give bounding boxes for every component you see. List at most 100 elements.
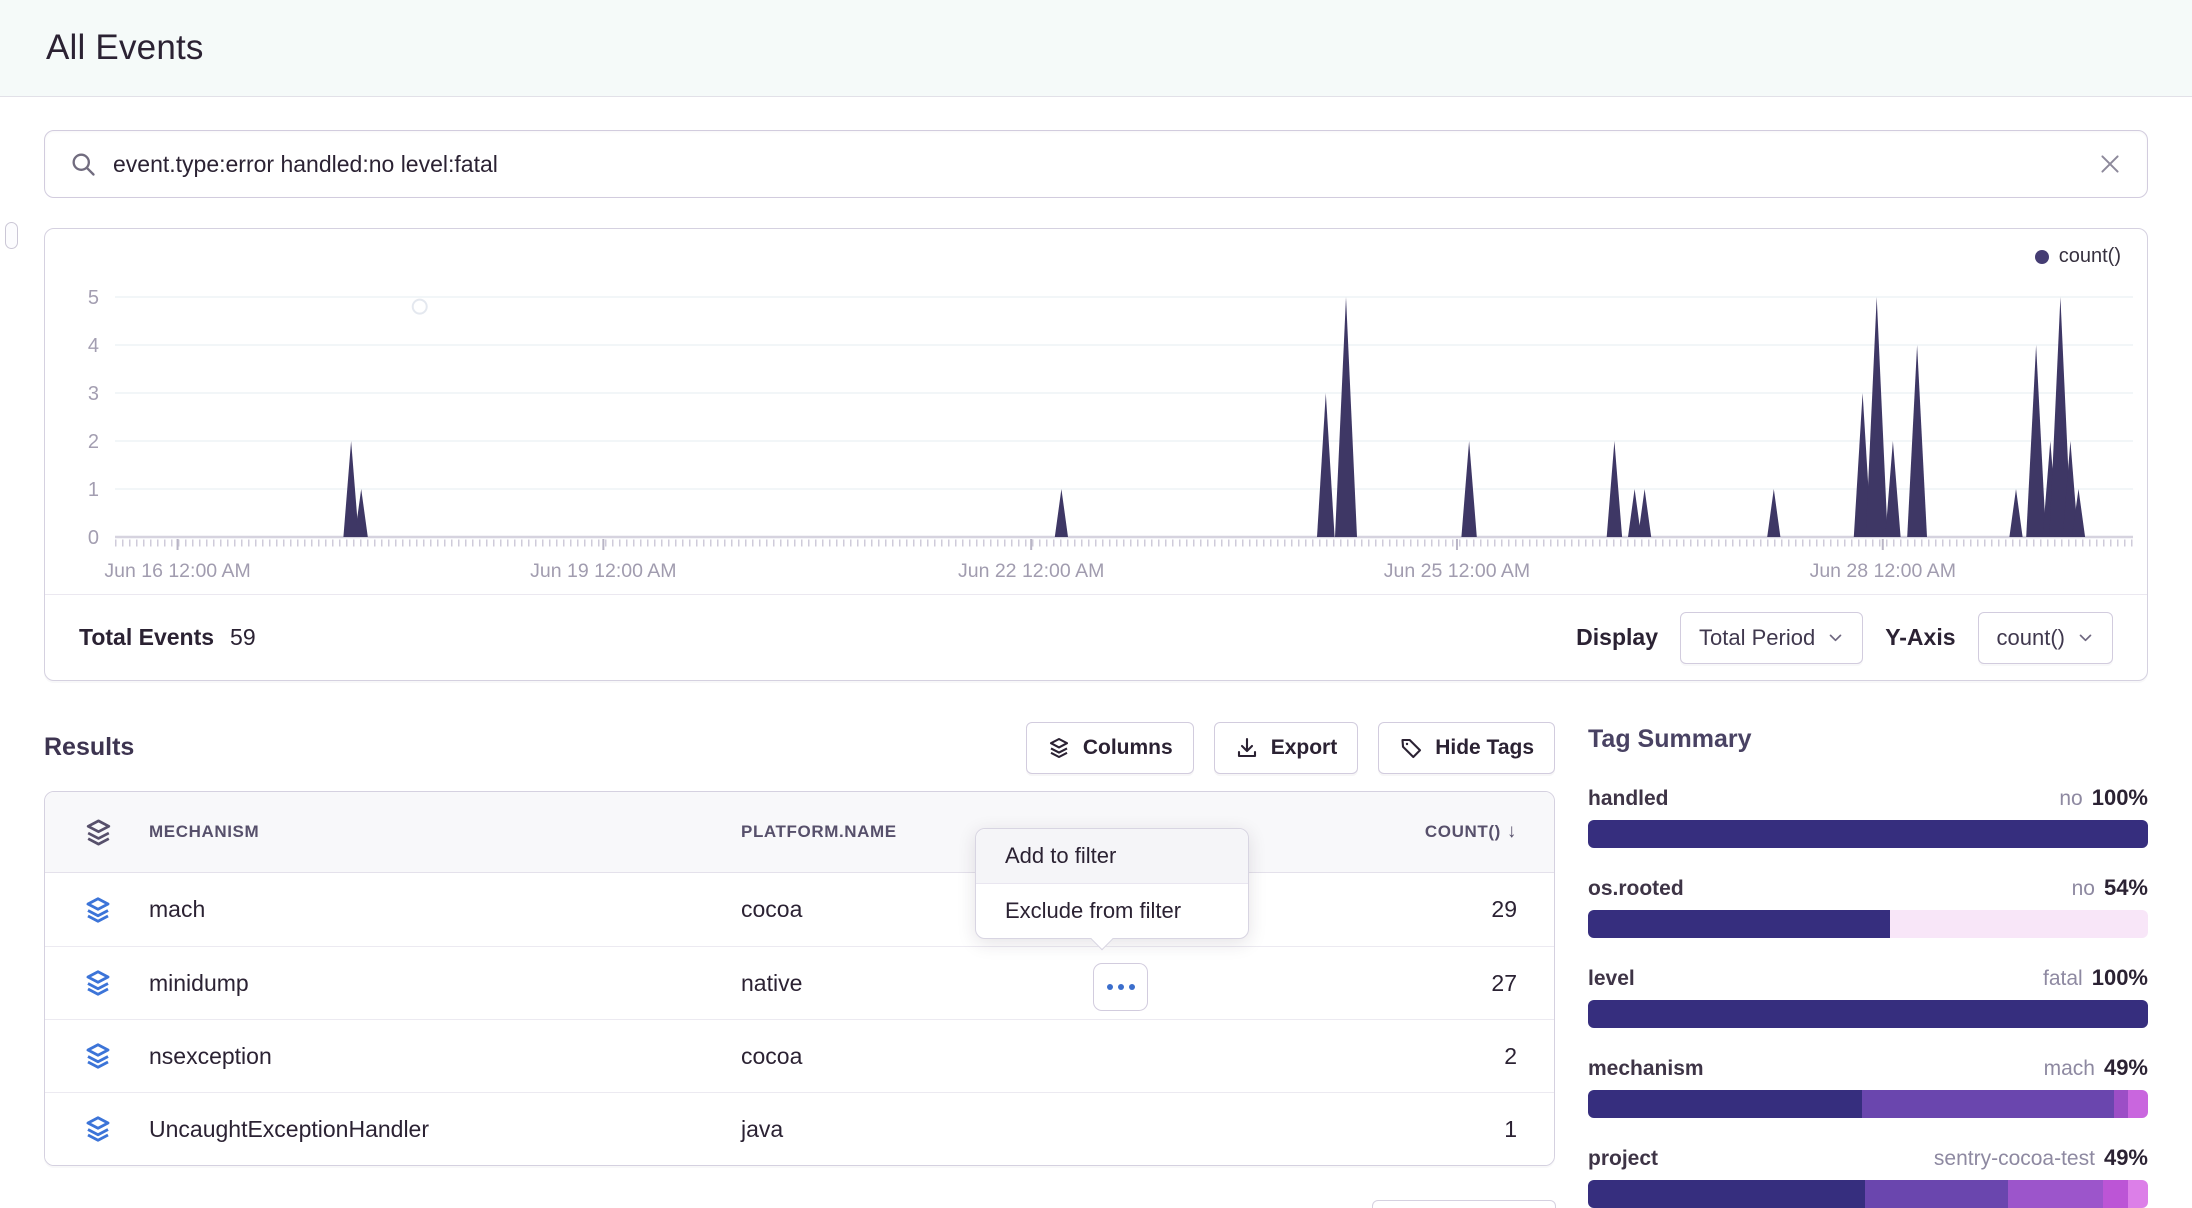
tag-summary-heading: Tag Summary xyxy=(1588,725,2148,754)
tag-top-value: mach xyxy=(2044,1057,2095,1081)
tag-distribution-bar[interactable] xyxy=(1588,820,2148,848)
tag-groups: handled no 100% os.rooted no 54% level f… xyxy=(1588,785,2148,1208)
download-icon xyxy=(1235,736,1259,760)
table-row[interactable]: mach cocoa 29 xyxy=(45,873,1554,946)
svg-text:Jun 16 12:00 AM: Jun 16 12:00 AM xyxy=(104,560,250,582)
chart-legend[interactable]: count() xyxy=(2035,245,2121,268)
tag-top-value: no xyxy=(2072,877,2095,901)
tag-distribution-bar[interactable] xyxy=(1588,910,2148,938)
svg-text:Jun 25 12:00 AM: Jun 25 12:00 AM xyxy=(1384,560,1530,582)
search-section: event.type:error handled:no level:fatal xyxy=(44,130,2148,198)
tag-summary-panel: Tag Summary handled no 100% os.rooted no… xyxy=(1588,721,2148,1208)
tag-top-percent: 49% xyxy=(2104,1055,2148,1081)
stack-icon xyxy=(1047,736,1071,760)
cell-count[interactable]: 27 xyxy=(1234,970,1554,997)
cell-count[interactable]: 29 xyxy=(1234,896,1554,923)
cell-mechanism[interactable]: nsexception xyxy=(149,1043,741,1070)
table-body: mach cocoa 29 minidump native 27 nsexcep… xyxy=(45,873,1554,1165)
page-title: All Events xyxy=(46,28,204,68)
table-row[interactable]: nsexception cocoa 2 xyxy=(45,1019,1554,1092)
svg-text:Jun 28 12:00 AM: Jun 28 12:00 AM xyxy=(1810,560,1956,582)
column-header-count[interactable]: COUNT()↓ xyxy=(1234,821,1554,843)
table-row[interactable]: minidump native 27 xyxy=(45,946,1554,1019)
search-input[interactable]: event.type:error handled:no level:fatal xyxy=(113,151,2097,178)
tag-bar-segment[interactable] xyxy=(2114,1090,2128,1118)
export-button-label: Export xyxy=(1271,736,1338,760)
events-chart-panel: count() 012345Jun 16 12:00 AMJun 19 12:0… xyxy=(44,228,2148,681)
cell-count[interactable]: 2 xyxy=(1234,1043,1554,1070)
tag-bar-segment[interactable] xyxy=(2103,1180,2128,1208)
tag-bar-segment[interactable] xyxy=(1588,1000,2148,1028)
tag-bar-segment[interactable] xyxy=(1588,1180,1865,1208)
tag-distribution-bar[interactable] xyxy=(1588,1180,2148,1208)
svg-text:5: 5 xyxy=(88,287,99,309)
cell-platform[interactable]: cocoa xyxy=(741,1043,1234,1070)
cell-mechanism[interactable]: minidump xyxy=(149,970,741,997)
yaxis-dropdown[interactable]: count() xyxy=(1978,612,2113,664)
tag-bar-segment[interactable] xyxy=(1862,1090,2114,1118)
cell-mechanism[interactable]: mach xyxy=(149,896,741,923)
tag-group-handled: handled no 100% xyxy=(1588,785,2148,848)
menu-item-exclude-from-filter[interactable]: Exclude from filter xyxy=(976,884,1248,938)
pagination-controls-cutoff[interactable] xyxy=(1372,1200,1556,1208)
svg-text:Jun 22 12:00 AM: Jun 22 12:00 AM xyxy=(958,560,1104,582)
cell-count[interactable]: 1 xyxy=(1234,1116,1554,1143)
tag-distribution-bar[interactable] xyxy=(1588,1090,2148,1118)
tag-bar-segment[interactable] xyxy=(1890,910,2148,938)
total-events-value: 59 xyxy=(230,624,256,651)
cell-platform[interactable]: java xyxy=(741,1116,1234,1143)
sort-desc-icon: ↓ xyxy=(1507,821,1517,842)
panel-resize-handle[interactable] xyxy=(5,222,18,249)
total-events: Total Events 59 xyxy=(79,624,256,651)
events-spike-chart[interactable]: 012345Jun 16 12:00 AMJun 19 12:00 AMJun … xyxy=(45,237,2147,594)
chart-footer: Total Events 59 Display Total Period Y-A… xyxy=(45,594,2147,680)
table-header-row: MECHANISM PLATFORM.NAME COUNT()↓ xyxy=(45,792,1554,873)
cell-actions-button[interactable] xyxy=(1093,963,1148,1011)
tag-bar-segment[interactable] xyxy=(2128,1090,2148,1118)
hide-tags-button-label: Hide Tags xyxy=(1435,736,1534,760)
tag-bar-segment[interactable] xyxy=(2008,1180,2103,1208)
tag-bar-segment[interactable] xyxy=(1588,1090,1862,1118)
header-stack-icon[interactable] xyxy=(45,817,149,848)
hide-tags-button[interactable]: Hide Tags xyxy=(1378,722,1555,774)
results-heading: Results xyxy=(44,733,134,762)
tag-bar-segment[interactable] xyxy=(2128,1180,2148,1208)
tag-top-value: no xyxy=(2059,787,2082,811)
tag-distribution-bar[interactable] xyxy=(1588,1000,2148,1028)
svg-text:1: 1 xyxy=(88,479,99,501)
clear-search-button[interactable] xyxy=(2097,151,2123,177)
svg-text:Jun 19 12:00 AM: Jun 19 12:00 AM xyxy=(530,560,676,582)
tag-name: level xyxy=(1588,967,1635,991)
search-bar[interactable]: event.type:error handled:no level:fatal xyxy=(44,130,2148,198)
tag-top-percent: 100% xyxy=(2092,965,2148,991)
export-button[interactable]: Export xyxy=(1214,722,1359,774)
table-row[interactable]: UncaughtExceptionHandler java 1 xyxy=(45,1092,1554,1165)
row-stack-icon xyxy=(45,968,149,998)
row-stack-icon xyxy=(45,895,149,925)
table-toolbar: Columns Export Hide Tags xyxy=(1026,722,1555,774)
cell-context-menu: Add to filter Exclude from filter xyxy=(975,828,1249,939)
display-label: Display xyxy=(1576,624,1658,651)
tag-top-percent: 54% xyxy=(2104,875,2148,901)
tag-bar-segment[interactable] xyxy=(1865,1180,2008,1208)
chart-controls: Display Total Period Y-Axis count() xyxy=(1576,612,2113,664)
tag-bar-segment[interactable] xyxy=(1588,910,1890,938)
tag-group-mechanism: mechanism mach 49% xyxy=(1588,1055,2148,1118)
cell-platform[interactable]: native xyxy=(741,970,1234,997)
column-header-mechanism[interactable]: MECHANISM xyxy=(149,822,741,842)
tag-bar-segment[interactable] xyxy=(1588,820,2148,848)
page-header: All Events xyxy=(0,0,2192,97)
svg-text:3: 3 xyxy=(88,383,99,405)
chevron-down-icon xyxy=(1827,629,1844,646)
chevron-down-icon xyxy=(2077,629,2094,646)
display-dropdown[interactable]: Total Period xyxy=(1680,612,1863,664)
row-stack-icon xyxy=(45,1041,149,1071)
columns-button[interactable]: Columns xyxy=(1026,722,1194,774)
total-events-label: Total Events xyxy=(79,624,214,651)
legend-dot-icon xyxy=(2035,250,2049,264)
tag-top-percent: 49% xyxy=(2104,1145,2148,1171)
cell-mechanism[interactable]: UncaughtExceptionHandler xyxy=(149,1116,741,1143)
menu-item-add-to-filter[interactable]: Add to filter xyxy=(976,829,1248,883)
tag-icon xyxy=(1399,736,1423,760)
tag-top-value: fatal xyxy=(2043,967,2083,991)
